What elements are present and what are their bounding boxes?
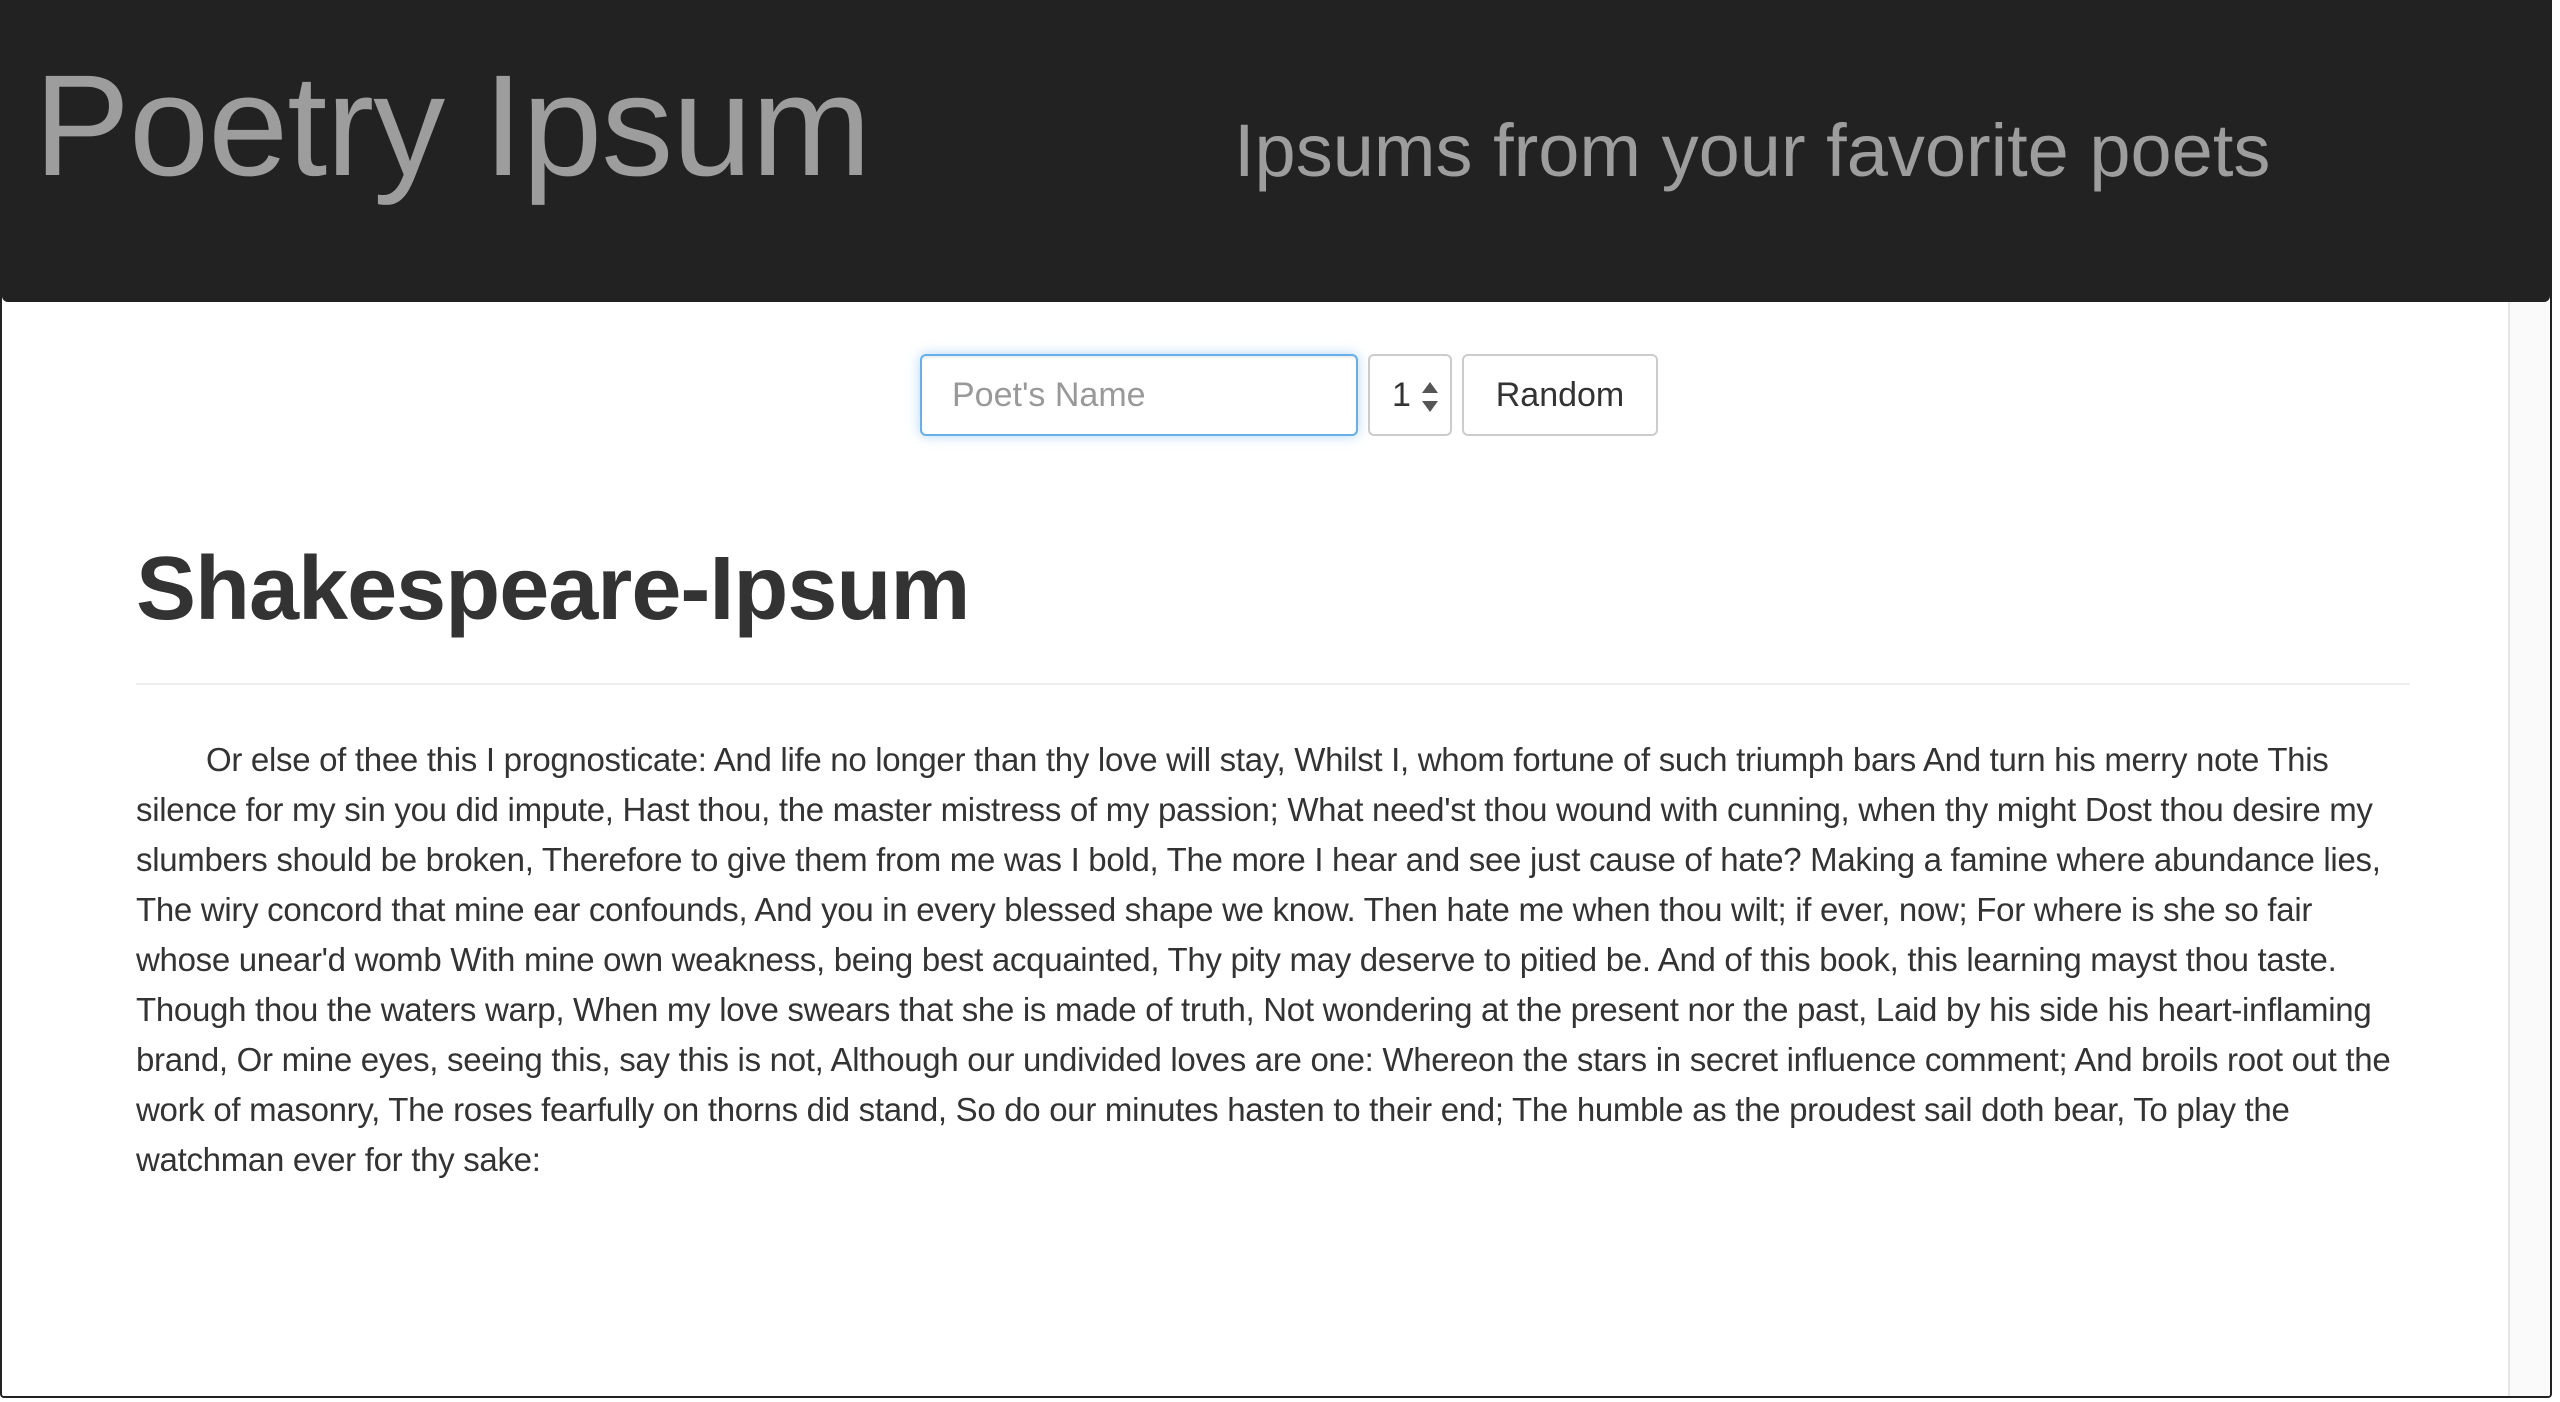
site-header: Poetry Ipsum Ipsums from your favorite p… [2,0,2550,302]
page-title: Shakespeare-Ipsum [136,539,970,639]
ipsum-controls: 1 Random [920,354,1658,436]
paragraph-count-value: 1 [1392,375,1411,414]
ipsum-content: Shakespeare-Ipsum Or else of thee this I… [136,540,2410,1185]
title-divider [136,683,2410,685]
vertical-scrollbar[interactable] [2508,302,2550,1396]
ipsum-paragraph: Or else of thee this I prognosticate: An… [136,741,2391,1178]
poet-name-input[interactable] [920,354,1358,436]
site-tagline: Ipsums from your favorite poets [1234,109,2271,192]
browser-page: Poetry Ipsum Ipsums from your favorite p… [0,0,2552,1398]
site-title: Poetry Ipsum [34,45,871,206]
spinner-arrows-icon[interactable] [1420,378,1440,416]
paragraph-count-stepper[interactable]: 1 [1368,354,1452,436]
random-button[interactable]: Random [1462,354,1658,436]
